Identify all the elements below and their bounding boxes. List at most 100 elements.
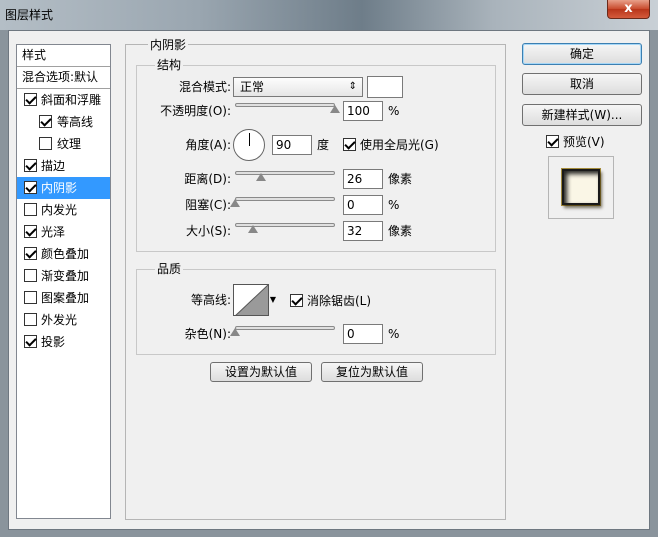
style-item-label: 内阴影 xyxy=(41,181,78,195)
style-item[interactable]: 渐变叠加 xyxy=(17,265,110,287)
global-light-label: 使用全局光(G) xyxy=(360,138,439,152)
choke-unit: % xyxy=(388,198,400,212)
close-icon: x xyxy=(624,1,633,16)
quality-title: 品质 xyxy=(155,262,184,276)
choke-label: 阻塞(C): xyxy=(185,198,231,212)
style-item[interactable]: 图案叠加 xyxy=(17,287,110,309)
styles-list: 样式 混合选项:默认 斜面和浮雕等高线纹理描边内阴影内发光光泽颜色叠加渐变叠加图… xyxy=(16,44,111,519)
choke-input[interactable]: 0 xyxy=(343,195,383,215)
distance-input[interactable]: 26 xyxy=(343,169,383,189)
make-default-button[interactable]: 设置为默认值 xyxy=(210,362,312,382)
style-item-label: 内发光 xyxy=(41,203,78,217)
choke-slider[interactable] xyxy=(230,194,335,208)
style-item-checkbox[interactable] xyxy=(24,247,37,260)
contour-picker[interactable] xyxy=(233,284,269,316)
blend-mode-value: 正常 xyxy=(240,80,265,94)
angle-input[interactable]: 90 xyxy=(272,135,312,155)
style-item[interactable]: 描边 xyxy=(17,155,110,177)
reset-default-button[interactable]: 复位为默认值 xyxy=(321,362,423,382)
angle-dial[interactable] xyxy=(233,129,265,161)
opacity-unit: % xyxy=(388,104,400,118)
opacity-slider[interactable] xyxy=(235,100,340,114)
style-item-label: 光泽 xyxy=(41,225,66,239)
style-item-checkbox[interactable] xyxy=(24,291,37,304)
distance-slider[interactable] xyxy=(235,168,335,182)
antialias-label: 消除锯齿(L) xyxy=(307,294,372,308)
style-item[interactable]: 内发光 xyxy=(17,199,110,221)
structure-group: 结构 混合模式: 正常 ⇕ 不透明度(O): 100 % 角度(A): 90 度… xyxy=(136,59,496,252)
slider-thumb[interactable] xyxy=(230,328,241,337)
style-item[interactable]: 内阴影 xyxy=(17,177,110,199)
style-item-label: 等高线 xyxy=(57,115,94,129)
contour-label: 等高线: xyxy=(190,293,231,307)
antialias-option[interactable]: 消除锯齿(L) xyxy=(290,293,371,309)
noise-unit: % xyxy=(388,327,400,341)
title-bar: 图层样式 x xyxy=(0,0,658,30)
style-item-label: 描边 xyxy=(41,159,66,173)
style-item-checkbox[interactable] xyxy=(24,203,37,216)
new-style-button[interactable]: 新建样式(W)... xyxy=(522,104,642,126)
style-item-label: 斜面和浮雕 xyxy=(41,93,102,107)
distance-label: 距离(D): xyxy=(184,172,231,186)
close-button[interactable]: x xyxy=(607,0,650,19)
global-light-checkbox[interactable] xyxy=(343,138,356,151)
style-item[interactable]: 纹理 xyxy=(17,133,110,155)
cancel-button[interactable]: 取消 xyxy=(522,73,642,95)
opacity-label: 不透明度(O): xyxy=(160,104,231,118)
preview-label: 预览(V) xyxy=(563,135,605,149)
angle-unit: 度 xyxy=(317,138,330,152)
structure-title: 结构 xyxy=(155,58,184,72)
style-item-label: 渐变叠加 xyxy=(41,269,90,283)
style-item-label: 颜色叠加 xyxy=(41,247,90,261)
opacity-input[interactable]: 100 xyxy=(343,101,383,121)
preview-thumbnail xyxy=(562,169,600,205)
style-item[interactable]: 颜色叠加 xyxy=(17,243,110,265)
style-item-checkbox[interactable] xyxy=(39,137,52,150)
contour-dropdown-icon[interactable]: ▼ xyxy=(269,284,277,316)
style-item-checkbox[interactable] xyxy=(24,225,37,238)
linear-contour-icon xyxy=(235,285,268,315)
size-slider[interactable] xyxy=(235,220,335,234)
noise-input[interactable]: 0 xyxy=(343,324,383,344)
style-item-checkbox[interactable] xyxy=(24,335,37,348)
preview-checkbox[interactable] xyxy=(546,135,559,148)
panel-title: 内阴影 xyxy=(148,38,189,52)
style-item-label: 图案叠加 xyxy=(41,291,90,305)
blend-mode-select[interactable]: 正常 ⇕ xyxy=(233,77,363,97)
slider-thumb[interactable] xyxy=(256,173,267,182)
noise-slider[interactable] xyxy=(230,323,335,337)
shadow-color-swatch[interactable] xyxy=(367,76,403,98)
slider-thumb[interactable] xyxy=(230,199,241,208)
style-item[interactable]: 光泽 xyxy=(17,221,110,243)
styles-list-header[interactable]: 样式 xyxy=(17,45,110,67)
blend-mode-label: 混合模式: xyxy=(178,80,231,94)
angle-label: 角度(A): xyxy=(185,138,231,152)
size-input[interactable]: 32 xyxy=(343,221,383,241)
dialog-body: 样式 混合选项:默认 斜面和浮雕 等高线 纹理 描边 内阴影 内发光 光泽 颜色叠加 渐变叠加图… xyxy=(8,30,650,530)
style-item-checkbox[interactable] xyxy=(24,159,37,172)
slider-thumb[interactable] xyxy=(330,105,341,114)
size-unit: 像素 xyxy=(388,224,413,238)
style-items: 斜面和浮雕等高线纹理描边内阴影内发光光泽颜色叠加渐变叠加图案叠加外发光 投影 xyxy=(17,89,110,353)
style-item-checkbox[interactable] xyxy=(39,115,52,128)
style-item-checkbox[interactable] xyxy=(24,93,37,106)
angle-needle xyxy=(249,133,250,146)
style-item[interactable]: 等高线 xyxy=(17,111,110,133)
style-preview xyxy=(548,156,614,219)
global-light-option[interactable]: 使用全局光(G) xyxy=(343,137,439,153)
noise-label: 杂色(N): xyxy=(184,327,231,341)
distance-unit: 像素 xyxy=(388,172,413,186)
style-item-checkbox[interactable] xyxy=(24,269,37,282)
slider-thumb[interactable] xyxy=(248,225,259,234)
preview-option[interactable]: 预览(V) xyxy=(546,134,605,150)
style-item-checkbox[interactable] xyxy=(24,313,37,326)
style-item[interactable]: 外发光 xyxy=(17,309,110,331)
inner-shadow-panel: 内阴影 结构 混合模式: 正常 ⇕ 不透明度(O): 100 % 角度(A): … xyxy=(125,39,506,520)
style-item[interactable]: 投影 xyxy=(17,331,110,353)
antialias-checkbox[interactable] xyxy=(290,294,303,307)
ok-button[interactable]: 确定 xyxy=(522,43,642,65)
blending-options-item[interactable]: 混合选项:默认 xyxy=(17,67,110,89)
style-item-checkbox[interactable] xyxy=(24,181,37,194)
style-item-label: 纹理 xyxy=(57,137,82,151)
style-item[interactable]: 斜面和浮雕 xyxy=(17,89,110,111)
